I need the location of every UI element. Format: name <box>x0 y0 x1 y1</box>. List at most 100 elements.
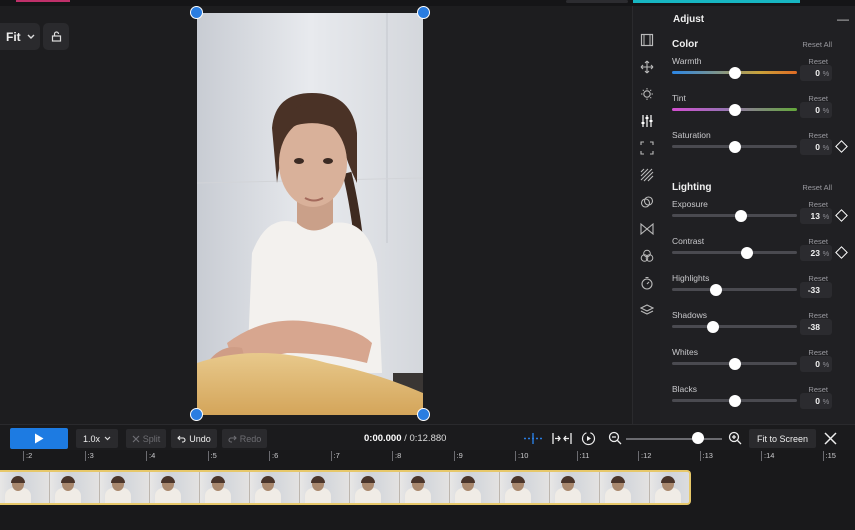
timeline[interactable]: :2:3:4:5:6:7:8:9:10:11:12:13:14:15 <box>0 450 855 530</box>
saturation-slider-knob[interactable] <box>728 140 741 153</box>
contrast-slider[interactable] <box>672 246 797 259</box>
tint-value: 0 <box>815 105 820 115</box>
exposure-slider[interactable] <box>672 209 797 222</box>
ruler-tick: :6 <box>269 451 278 461</box>
resize-handle-bottom-left[interactable] <box>190 408 203 421</box>
whites-value-field[interactable]: 0% <box>800 356 832 372</box>
redo-button[interactable]: Redo <box>222 429 267 448</box>
preview-canvas[interactable]: Fit <box>0 6 632 424</box>
clip-thumbnail <box>500 472 550 503</box>
transition-icon[interactable] <box>639 221 655 237</box>
undo-button[interactable]: Undo <box>171 429 217 448</box>
zoom-in-icon[interactable] <box>728 431 742 445</box>
film-icon[interactable] <box>639 32 655 48</box>
highlights-slider[interactable] <box>672 283 797 296</box>
top-scrollbar[interactable] <box>566 0 628 3</box>
contrast-keyframe-icon[interactable] <box>835 246 848 259</box>
whites-slider-knob[interactable] <box>728 357 741 370</box>
aspect-lock-button[interactable] <box>43 23 69 50</box>
warmth-value-field[interactable]: 0% <box>800 65 832 81</box>
reset-all-lighting-button[interactable]: Reset All <box>802 183 832 192</box>
exposure-value: 13 <box>810 211 820 221</box>
adjust-panel: Adjust — Color Reset All Warmth Reset 0% Tint… <box>660 6 855 424</box>
move-icon[interactable] <box>639 59 655 75</box>
warmth-slider-knob[interactable] <box>728 66 741 79</box>
fit-to-screen-button[interactable]: Fit to Screen <box>749 429 816 448</box>
ruler-tick: :10 <box>515 451 528 461</box>
ruler-tick: :12 <box>638 451 651 461</box>
exposure-keyframe-icon[interactable] <box>835 209 848 222</box>
close-icon[interactable] <box>824 432 837 445</box>
ruler-tick: :11 <box>576 451 589 461</box>
saturation-slider[interactable] <box>672 140 797 153</box>
ruler-tick: :8 <box>392 451 401 461</box>
video-clip[interactable] <box>0 470 691 505</box>
resize-handle-top-right[interactable] <box>417 6 430 19</box>
section-title-color: Color <box>672 39 699 50</box>
redo-icon <box>228 435 237 443</box>
play-button[interactable] <box>10 428 68 449</box>
scissors-icon <box>132 435 140 442</box>
blacks-value-field[interactable]: 0% <box>800 393 832 409</box>
split-button[interactable]: Split <box>126 429 166 448</box>
zoom-slider-knob[interactable] <box>692 432 704 444</box>
ruler-tick: :3 <box>84 451 94 461</box>
contrast-slider-knob[interactable] <box>741 246 753 259</box>
clip-thumbnail <box>450 472 500 503</box>
clip-thumbnail <box>400 472 450 503</box>
speed-dropdown[interactable]: 1.0x <box>76 429 118 448</box>
contrast-value-field[interactable]: 23% <box>800 245 832 261</box>
color-wheels-icon[interactable] <box>639 248 655 264</box>
snap-icon[interactable] <box>523 432 543 445</box>
bulb-icon[interactable] <box>639 86 655 102</box>
shadows-slider-knob[interactable] <box>706 320 719 333</box>
ruler-tick: :7 <box>330 451 340 461</box>
exposure-slider-knob[interactable] <box>735 209 748 222</box>
clip-thumbnail <box>250 472 300 503</box>
tint-slider-knob[interactable] <box>728 103 741 116</box>
ruler-tick: :13 <box>699 451 713 461</box>
timer-icon[interactable] <box>639 275 655 291</box>
layers-icon[interactable] <box>639 302 655 318</box>
playhead-sync-icon[interactable] <box>581 431 596 446</box>
crop-icon[interactable] <box>639 140 655 156</box>
video-frame-preview[interactable] <box>197 13 423 415</box>
warmth-slider[interactable] <box>672 66 797 79</box>
contrast-unit: % <box>822 248 830 258</box>
shadows-slider[interactable] <box>672 320 797 333</box>
blacks-value: 0 <box>815 396 820 406</box>
fit-timeline-icon[interactable] <box>552 432 572 445</box>
sliders-icon[interactable] <box>639 113 655 129</box>
zoom-out-icon[interactable] <box>608 431 622 445</box>
tint-value-field[interactable]: 0% <box>800 102 832 118</box>
exposure-value-field[interactable]: 13% <box>800 208 832 224</box>
redo-label: Redo <box>239 433 262 444</box>
saturation-keyframe-icon[interactable] <box>835 140 848 153</box>
pattern-icon[interactable] <box>639 167 655 183</box>
highlights-value: -33 <box>807 285 820 295</box>
saturation-value-field[interactable]: 0% <box>800 139 832 155</box>
split-label: Split <box>142 433 161 444</box>
whites-slider[interactable] <box>672 357 797 370</box>
blacks-slider-knob[interactable] <box>728 394 741 407</box>
blend-icon[interactable] <box>639 194 655 210</box>
editor-app: Fit Adjust — Color Reset All Warmth Rese… <box>0 0 855 530</box>
highlights-slider-knob[interactable] <box>709 283 722 296</box>
blacks-slider[interactable] <box>672 394 797 407</box>
resize-handle-bottom-right[interactable] <box>417 408 430 421</box>
fit-dropdown[interactable]: Fit <box>0 23 40 50</box>
tint-slider[interactable] <box>672 103 797 116</box>
contrast-label: Contrast <box>672 236 705 246</box>
reset-all-color-button[interactable]: Reset All <box>802 40 832 49</box>
speed-label: 1.0x <box>82 433 100 444</box>
shadows-value-field[interactable]: -38 <box>800 319 832 335</box>
collapse-panel-button[interactable]: — <box>837 12 849 26</box>
resize-handle-top-left[interactable] <box>190 6 203 19</box>
zoom-slider[interactable] <box>626 438 722 440</box>
ruler-tick: :9 <box>453 451 463 461</box>
ruler-tick: :2 <box>23 451 32 461</box>
time-ruler[interactable]: :2:3:4:5:6:7:8:9:10:11:12:13:14:15 <box>0 450 855 464</box>
clip-thumbnail <box>300 472 350 503</box>
highlights-value-field[interactable]: -33 <box>800 282 832 298</box>
tool-sidebar <box>632 6 660 424</box>
